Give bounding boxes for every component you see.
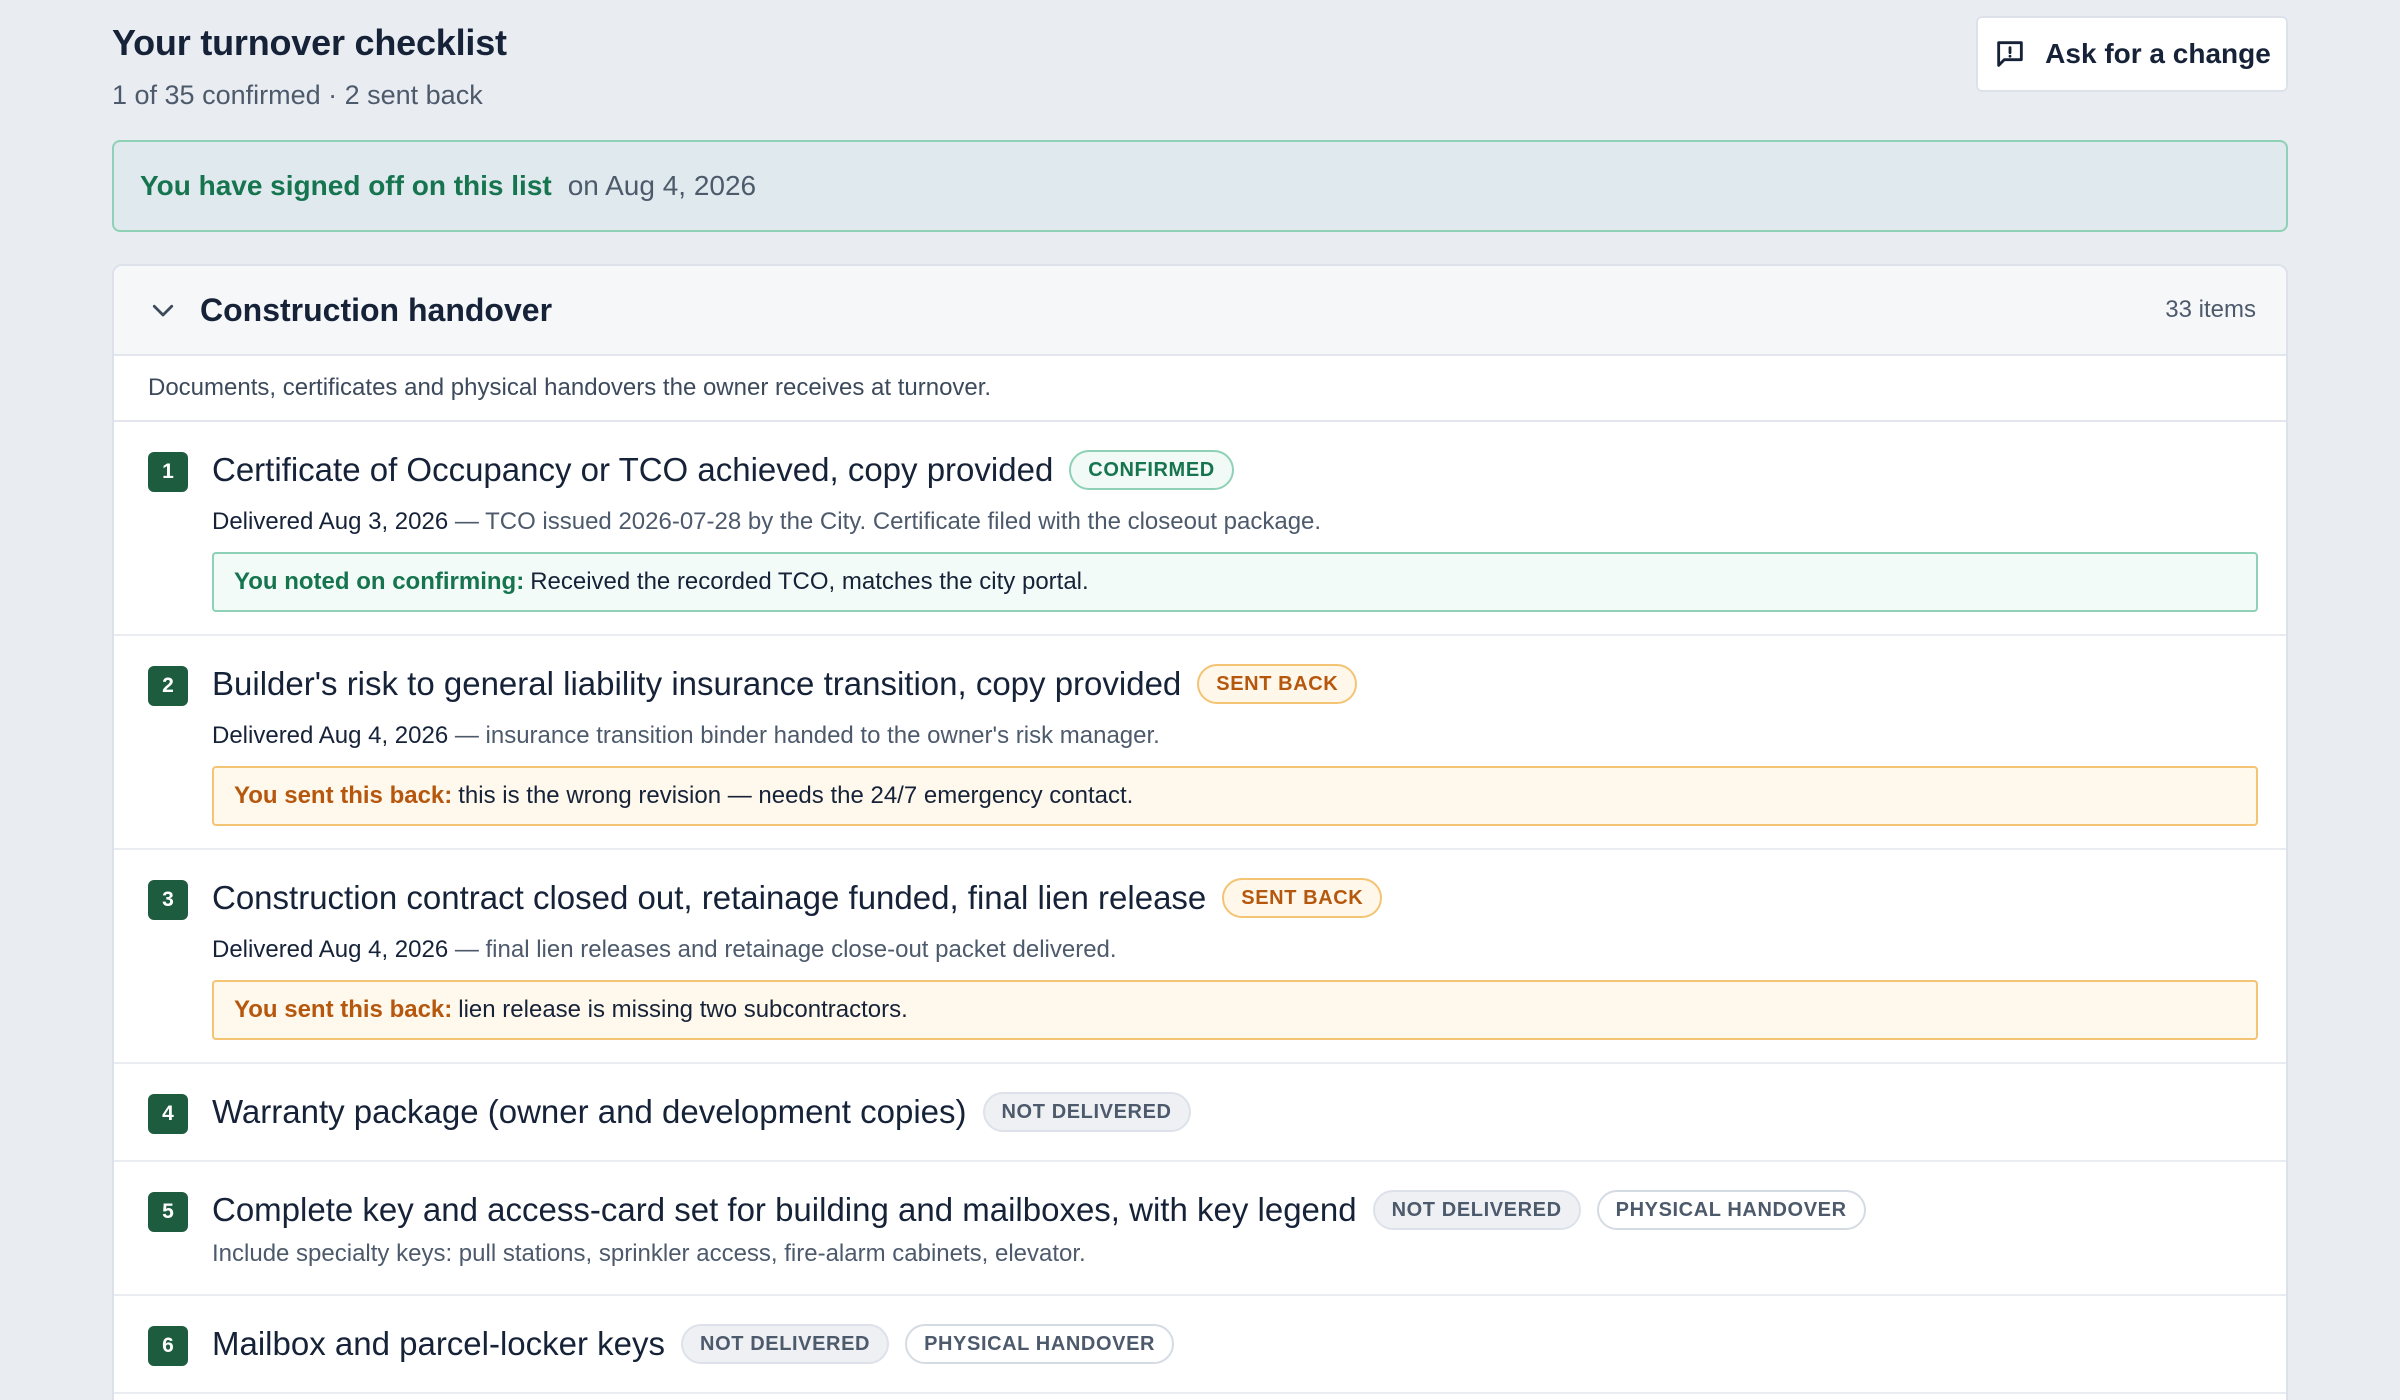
checklist-item[interactable]: 5 Complete key and access-card set for b… [114, 1162, 2286, 1296]
note-label: You noted on confirming: [234, 568, 525, 595]
item-title: Mailbox and parcel-locker keys [212, 1325, 666, 1362]
page-title: Your turnover checklist [112, 22, 507, 63]
checklist-item[interactable]: 3 Construction contract closed out, reta… [114, 850, 2286, 1064]
section-construction-handover: Construction handover 33 items Documents… [112, 264, 2288, 1400]
message-alert-icon [1997, 41, 2023, 67]
note-label: You sent this back: [234, 996, 453, 1023]
item-delivery-line: Delivered Aug 4, 2026 — insurance transi… [212, 722, 1160, 750]
checklist-item[interactable]: 6 Mailbox and parcel-locker keys NOT DEL… [114, 1296, 2286, 1394]
item-number: 3 [148, 880, 188, 920]
status-badge-not-delivered: NOT DELIVERED [681, 1324, 890, 1364]
item-delivery-line: Delivered Aug 4, 2026 — final lien relea… [212, 936, 1117, 964]
section-header[interactable]: Construction handover 33 items [114, 266, 2286, 356]
status-badge-confirmed: CONFIRMED [1069, 450, 1234, 490]
item-number: 2 [148, 666, 188, 706]
item-title-row: Certificate of Occupancy or TCO achieved… [212, 450, 1234, 490]
status-badge-not-delivered: NOT DELIVERED [1372, 1190, 1581, 1230]
signed-off-date: on Aug 4, 2026 [567, 170, 757, 201]
delivered-date: Delivered Aug 3, 2026 [212, 508, 449, 535]
item-title-row: Warranty package (owner and development … [212, 1092, 1191, 1132]
item-title-row: Complete key and access-card set for bui… [212, 1190, 1866, 1230]
item-number: 5 [148, 1192, 188, 1232]
sent-back-note: You sent this back: lien release is miss… [212, 980, 2258, 1040]
item-title: Warranty package (owner and development … [212, 1093, 967, 1130]
item-title: Builder's risk to general liability insu… [212, 665, 1182, 702]
item-delivery-line: Delivered Aug 3, 2026 — TCO issued 2026-… [212, 508, 1321, 536]
delivered-date: Delivered Aug 4, 2026 [212, 936, 449, 963]
item-title-row: Mailbox and parcel-locker keys NOT DELIV… [212, 1324, 1175, 1364]
item-number: 6 [148, 1326, 188, 1366]
section-title: Construction handover [200, 291, 553, 328]
checklist-item[interactable]: 1 Certificate of Occupancy or TCO achiev… [114, 422, 2286, 636]
status-badge-sent-back: SENT BACK [1197, 664, 1358, 704]
item-detail: Include specialty keys: pull stations, s… [212, 1240, 1086, 1267]
checklist-item[interactable]: 4 Warranty package (owner and developmen… [114, 1064, 2286, 1162]
item-title: Certificate of Occupancy or TCO achieved… [212, 451, 1054, 488]
note-text: this is the wrong revision — needs the 2… [458, 782, 1134, 809]
ask-for-change-button[interactable]: Ask for a change [1976, 16, 2288, 92]
turnover-checklist-page: Your turnover checklist 1 of 35 confirme… [112, 0, 2288, 1400]
note-label: You sent this back: [234, 782, 453, 809]
tag-physical-handover: PHYSICAL HANDOVER [905, 1324, 1175, 1364]
item-title: Complete key and access-card set for bui… [212, 1191, 1357, 1228]
item-number: 1 [148, 452, 188, 492]
chevron-down-icon[interactable] [148, 295, 178, 325]
delivered-date: Delivered Aug 4, 2026 [212, 722, 449, 749]
item-number: 4 [148, 1094, 188, 1134]
delivery-detail: — final lien releases and retainage clos… [448, 936, 1117, 963]
note-text: Received the recorded TCO, matches the c… [530, 568, 1089, 595]
delivery-detail: — insurance transition binder handed to … [448, 722, 1160, 749]
note-text: lien release is missing two subcontracto… [458, 996, 908, 1023]
status-badge-sent-back: SENT BACK [1222, 878, 1383, 918]
signed-off-banner: You have signed off on this list on Aug … [112, 140, 2288, 232]
item-title: Construction contract closed out, retain… [212, 879, 1207, 916]
section-item-count: 33 items [2165, 296, 2256, 323]
tag-physical-handover: PHYSICAL HANDOVER [1596, 1190, 1866, 1230]
section-description: Documents, certificates and physical han… [114, 356, 2286, 422]
progress-summary: 1 of 35 confirmed · 2 sent back [112, 80, 483, 110]
sent-back-note: You sent this back: this is the wrong re… [212, 766, 2258, 826]
item-title-row: Builder's risk to general liability insu… [212, 664, 1358, 704]
status-badge-not-delivered: NOT DELIVERED [982, 1092, 1191, 1132]
delivery-detail: — TCO issued 2026-07-28 by the City. Cer… [448, 508, 1322, 535]
confirmation-note: You noted on confirming: Received the re… [212, 552, 2258, 612]
signed-off-text: You have signed off on this list [140, 170, 552, 201]
ask-for-change-label: Ask for a change [2045, 38, 2271, 69]
page-header: Your turnover checklist 1 of 35 confirme… [112, 0, 2288, 140]
item-title-row: Construction contract closed out, retain… [212, 878, 1383, 918]
checklist-item[interactable]: 2 Builder's risk to general liability in… [114, 636, 2286, 850]
